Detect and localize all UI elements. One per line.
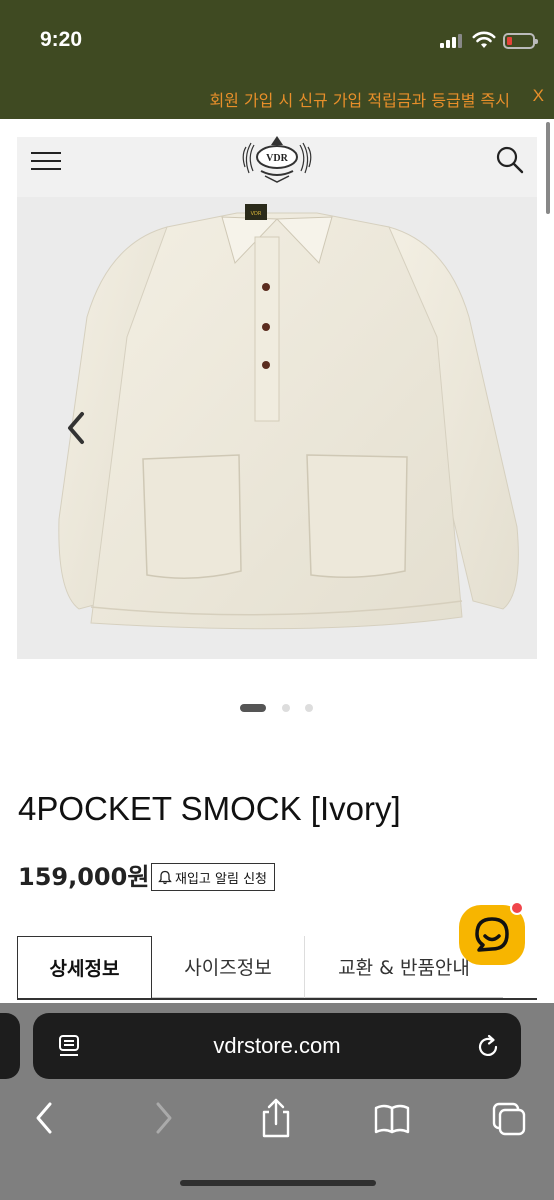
gallery-pagination bbox=[0, 703, 554, 713]
previous-tab-card[interactable] bbox=[0, 1013, 20, 1079]
back-arrow-icon[interactable] bbox=[26, 1096, 66, 1140]
gallery-dot-active[interactable] bbox=[240, 704, 266, 712]
battery-icon bbox=[503, 33, 538, 49]
home-indicator bbox=[180, 1180, 376, 1186]
gallery-prev-arrow-icon[interactable] bbox=[64, 410, 90, 446]
tab-size-info[interactable]: 사이즈정보 bbox=[152, 936, 304, 998]
tab-details[interactable]: 상세정보 bbox=[17, 936, 152, 998]
smock-shirt-image: VDR bbox=[58, 204, 519, 630]
promo-banner-text: 회원 가입 시 신규 가입 적립금과 등급별 즉시 bbox=[209, 91, 510, 110]
promo-banner[interactable]: 회원 가입 시 신규 가입 적립금과 등급별 즉시 X bbox=[0, 78, 554, 119]
product-photo[interactable]: VDR bbox=[17, 197, 537, 659]
restock-notify-button[interactable]: 재입고 알림 신청 bbox=[151, 863, 275, 891]
status-time: 9:20 bbox=[40, 28, 83, 51]
chat-notification-badge bbox=[510, 901, 524, 915]
search-icon[interactable] bbox=[495, 145, 525, 175]
promo-close-button[interactable]: X bbox=[533, 86, 544, 106]
tabs-icon[interactable] bbox=[490, 1096, 530, 1140]
product-title: 4POCKET SMOCK [Ivory] bbox=[18, 790, 401, 827]
product-price: 159,000원 bbox=[18, 863, 150, 891]
share-icon[interactable] bbox=[256, 1096, 296, 1140]
tab-underline bbox=[17, 998, 537, 1000]
site-header: VDR bbox=[17, 136, 537, 197]
page-menu-icon[interactable] bbox=[56, 1033, 82, 1061]
hamburger-menu-icon[interactable] bbox=[31, 149, 63, 173]
cellular-signal-icon bbox=[440, 34, 464, 48]
gallery-dot[interactable] bbox=[305, 704, 313, 712]
garment-label-text: VDR bbox=[251, 211, 262, 217]
wifi-icon bbox=[472, 31, 496, 48]
bookmarks-icon[interactable] bbox=[372, 1096, 412, 1140]
vdr-logo[interactable]: VDR bbox=[241, 133, 313, 185]
restock-notify-label: 재입고 알림 신청 bbox=[175, 871, 267, 887]
gallery-dot[interactable] bbox=[282, 704, 290, 712]
forward-arrow-icon[interactable] bbox=[142, 1096, 182, 1140]
url-text: vdrstore.com bbox=[213, 1033, 341, 1058]
address-bar[interactable]: vdrstore.com bbox=[33, 1013, 521, 1079]
svg-text:VDR: VDR bbox=[266, 153, 288, 164]
status-bar: 9:20 bbox=[0, 0, 554, 78]
page-scrollbar[interactable] bbox=[546, 122, 550, 214]
bell-icon bbox=[158, 870, 172, 884]
reload-icon[interactable] bbox=[474, 1033, 502, 1061]
